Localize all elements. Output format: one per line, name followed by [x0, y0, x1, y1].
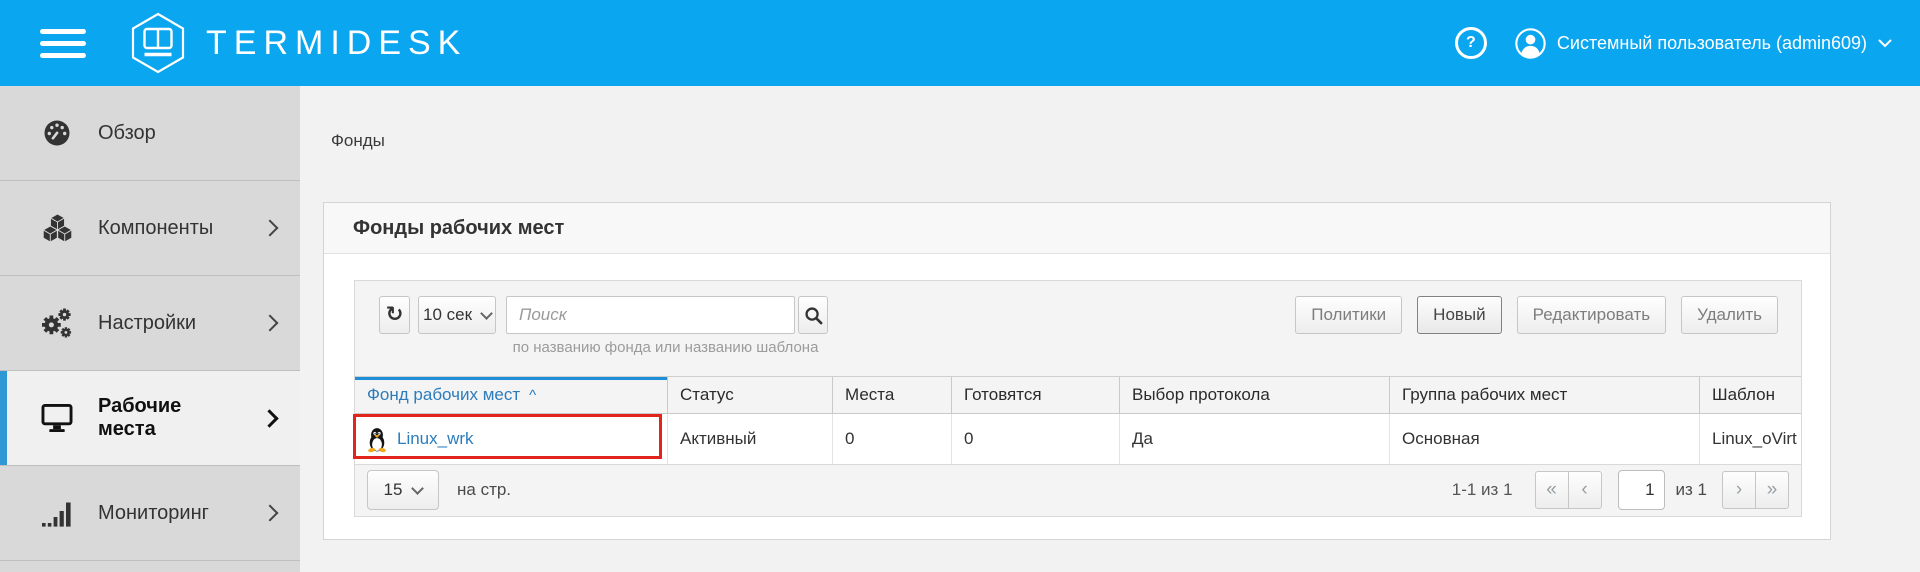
avatar-icon — [1515, 28, 1546, 59]
brand: TERMIDESK — [130, 12, 467, 74]
toolbar: ↻ 10 сек Политики Новый Редактировать Уд… — [379, 296, 1778, 334]
column-header-status[interactable]: Статус — [668, 377, 833, 413]
user-menu[interactable]: Системный пользователь (admin609) — [1515, 28, 1892, 59]
per-page-label: на стр. — [457, 480, 511, 500]
edit-button[interactable]: Редактировать — [1517, 296, 1666, 334]
column-header-fund[interactable]: Фонд рабочих мест ^ — [355, 377, 668, 413]
sidebar-item-workplaces[interactable]: Рабочие места — [0, 371, 300, 466]
chevron-down-icon — [1878, 39, 1892, 48]
card-title: Фонды рабочих мест — [324, 203, 1830, 254]
chevron-down-icon — [412, 482, 425, 495]
chevron-right-icon — [262, 220, 279, 237]
protocol-cell: Да — [1120, 414, 1390, 464]
first-page-button[interactable]: « — [1535, 471, 1569, 509]
delete-button[interactable]: Удалить — [1681, 296, 1778, 334]
fund-link[interactable]: Linux_wrk — [397, 429, 474, 449]
page-number-input[interactable] — [1618, 470, 1665, 510]
sidebar-item-label: Обзор — [98, 122, 156, 145]
header-right: ? Системный пользователь (admin609) — [1455, 27, 1892, 59]
table-footer: 15 на стр. 1-1 из 1 « ‹ из 1 › » — [355, 462, 1801, 518]
refresh-icon: ↻ — [386, 302, 404, 327]
next-page-button[interactable]: › — [1722, 471, 1756, 509]
interval-value: 10 сек — [423, 305, 472, 325]
pagination-group-prev: « ‹ — [1535, 471, 1602, 509]
chevron-right-icon — [262, 315, 279, 332]
sidebar-item-overview[interactable]: Обзор — [0, 86, 300, 181]
column-header-template[interactable]: Шаблон — [1700, 377, 1801, 413]
chevron-right-icon — [260, 409, 278, 427]
workplaces-icon — [40, 403, 74, 433]
funds-card: Фонды рабочих мест ↻ 10 сек Политики Нов… — [323, 202, 1831, 540]
search-hint: по названию фонда или названию шаблона — [504, 339, 827, 356]
app-header: TERMIDESK ? Системный пользователь (admi… — [0, 0, 1920, 86]
sidebar-item-label: Мониторинг — [98, 502, 209, 525]
status-cell: Активный — [668, 414, 833, 464]
policies-button[interactable]: Политики — [1295, 296, 1402, 334]
linux-tux-icon — [367, 426, 387, 453]
sidebar-item-components[interactable]: Компоненты — [0, 181, 300, 276]
table-row[interactable]: Linux_wrk Активный 0 0 Да Основная Linux… — [355, 414, 1801, 465]
last-page-button[interactable]: » — [1755, 471, 1789, 509]
sidebar-item-label: Рабочие места — [98, 395, 239, 441]
prev-page-button[interactable]: ‹ — [1568, 471, 1602, 509]
dashboard-icon — [40, 118, 74, 148]
monitoring-icon — [40, 498, 74, 528]
chevron-down-icon — [480, 307, 493, 320]
table-header-row: Фонд рабочих мест ^ Статус Места Готовят… — [355, 376, 1801, 414]
settings-icon — [40, 308, 74, 338]
page-size-value: 15 — [384, 480, 403, 500]
search-button[interactable] — [798, 296, 828, 334]
funds-table: Фонд рабочих мест ^ Статус Места Готовят… — [355, 376, 1801, 465]
sidebar-item-label: Компоненты — [98, 217, 213, 240]
page-size-select[interactable]: 15 — [367, 470, 439, 510]
page-of-total-label: из 1 — [1676, 480, 1707, 500]
funds-panel: ↻ 10 сек Политики Новый Редактировать Уд… — [354, 280, 1802, 517]
sidebar-item-settings[interactable]: Настройки — [0, 276, 300, 371]
new-button[interactable]: Новый — [1417, 296, 1501, 334]
fund-cell: Linux_wrk — [355, 414, 668, 464]
hamburger-menu-icon[interactable] — [40, 29, 86, 58]
sidebar-item-monitoring[interactable]: Мониторинг — [0, 466, 300, 561]
range-label: 1-1 из 1 — [1452, 480, 1513, 500]
seats-cell: 0 — [833, 414, 952, 464]
column-header-preparing[interactable]: Готовятся — [952, 377, 1120, 413]
chevron-right-icon — [262, 505, 279, 522]
brand-name: TERMIDESK — [206, 24, 467, 63]
template-cell: Linux_oVirt — [1700, 414, 1801, 464]
group-cell: Основная — [1390, 414, 1700, 464]
search-icon — [804, 306, 823, 325]
termidesk-logo-icon — [130, 12, 186, 74]
breadcrumb: Фонды — [331, 131, 385, 151]
preparing-cell: 0 — [952, 414, 1120, 464]
sidebar-item-label: Настройки — [98, 312, 196, 335]
refresh-button[interactable]: ↻ — [379, 296, 410, 334]
sort-asc-icon: ^ — [529, 387, 536, 404]
refresh-interval-select[interactable]: 10 сек — [418, 296, 496, 334]
search-input[interactable] — [506, 296, 795, 334]
user-name: Системный пользователь (admin609) — [1557, 33, 1867, 54]
column-header-seats[interactable]: Места — [833, 377, 952, 413]
column-header-protocol[interactable]: Выбор протокола — [1120, 377, 1390, 413]
sidebar: Обзор Компоненты — [0, 86, 300, 572]
components-icon — [40, 213, 74, 243]
sorted-column-bar — [355, 377, 667, 380]
help-icon[interactable]: ? — [1455, 27, 1487, 59]
column-header-group[interactable]: Группа рабочих мест — [1390, 377, 1700, 413]
pagination-group-next: › » — [1722, 471, 1789, 509]
